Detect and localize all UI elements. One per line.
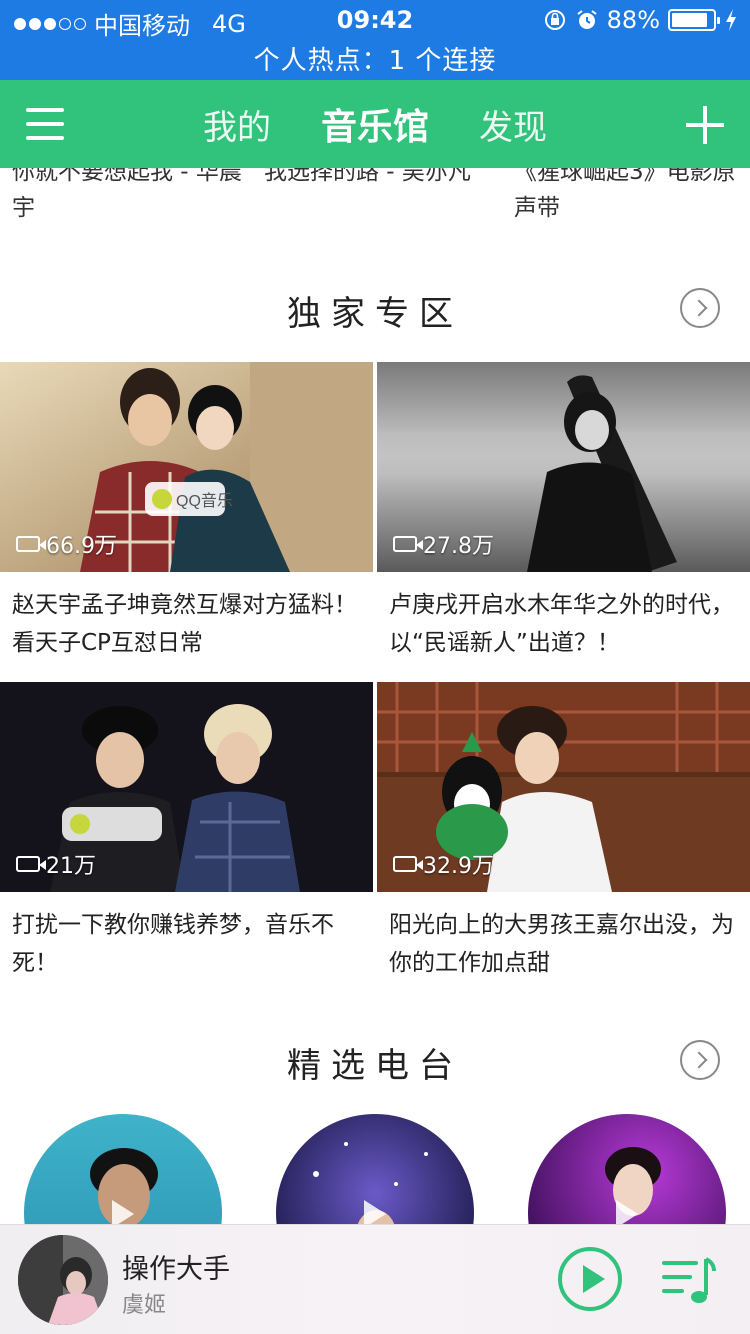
playlist-caption[interactable]: 你就不要想起我 - 华晨宇 xyxy=(12,168,242,226)
hotspot-banner[interactable]: 个人热点：1 个连接 xyxy=(0,40,750,77)
video-title[interactable]: 赵天宇孟子坤竟然互爆对方猛料！看天子CP互怼日常 xyxy=(12,586,362,662)
video-title[interactable]: 打扰一下教你赚钱养梦，音乐不死！ xyxy=(12,906,362,982)
video-title[interactable]: 卢庚戌开启水木年华之外的时代，以“民谣新人”出道？！ xyxy=(389,586,739,662)
main-content[interactable]: 你就不要想起我 - 华晨宇 我选择的路 - 吴亦凡 《猩球崛起3》电影原声带 独… xyxy=(0,168,750,1224)
view-count: 21万 xyxy=(16,848,96,880)
play-button[interactable] xyxy=(558,1247,622,1311)
tab-discover[interactable]: 发现 xyxy=(479,100,547,149)
video-camera-icon xyxy=(393,856,423,872)
video-thumbnail[interactable]: QQ音乐 66.9万 xyxy=(0,362,373,572)
album-cover[interactable] xyxy=(18,1235,108,1325)
top-nav-bar: 我的 音乐馆 发现 xyxy=(0,80,750,168)
now-playing-title[interactable]: 操作大手 xyxy=(122,1247,230,1286)
playlist-icon[interactable] xyxy=(660,1255,716,1307)
status-bar: 中国移动 4G 09:42 88% 个人热点：1 个连接 xyxy=(0,0,750,80)
battery-icon xyxy=(668,9,720,31)
video-title[interactable]: 阳光向上的大男孩王嘉尔出没，为你的工作加点甜 xyxy=(389,906,739,982)
play-icon xyxy=(112,1200,134,1224)
alarm-icon xyxy=(577,10,597,29)
battery-percent: 88% xyxy=(606,6,660,34)
charging-bolt-icon xyxy=(726,9,736,31)
tab-music-hall[interactable]: 音乐馆 xyxy=(321,98,429,150)
play-icon xyxy=(364,1200,386,1224)
video-camera-icon xyxy=(393,536,423,552)
video-thumbnail[interactable]: 21万 xyxy=(0,682,373,892)
radio-station[interactable] xyxy=(528,1114,726,1224)
video-thumbnail[interactable]: 27.8万 xyxy=(377,362,750,572)
video-thumbnail[interactable]: 32.9万 xyxy=(377,682,750,892)
svg-text:QQ音乐: QQ音乐 xyxy=(176,492,233,510)
mini-player[interactable]: 操作大手 虞姬 xyxy=(0,1224,750,1334)
view-count: 66.9万 xyxy=(16,528,117,560)
video-camera-icon xyxy=(16,856,46,872)
view-count: 32.9万 xyxy=(393,848,494,880)
section-title-exclusive: 独家专区 xyxy=(287,294,463,334)
nav-tabs: 我的 音乐馆 发现 xyxy=(0,80,750,168)
section-title-radio: 精选电台 xyxy=(287,1046,463,1086)
playlist-caption[interactable]: 《猩球崛起3》电影原声带 xyxy=(514,168,744,226)
radio-station[interactable] xyxy=(276,1114,474,1224)
playlist-caption[interactable]: 我选择的路 - 吴亦凡 xyxy=(264,168,494,190)
video-camera-icon xyxy=(16,536,46,552)
add-icon[interactable] xyxy=(686,106,724,144)
view-count: 27.8万 xyxy=(393,528,494,560)
play-icon xyxy=(616,1200,638,1224)
now-playing-artist[interactable]: 虞姬 xyxy=(122,1287,166,1319)
exclusive-more-button[interactable] xyxy=(680,288,720,328)
tab-mine[interactable]: 我的 xyxy=(203,100,271,149)
radio-station[interactable] xyxy=(24,1114,222,1224)
rotation-lock-icon xyxy=(544,10,565,30)
status-right: 88% xyxy=(543,6,738,34)
radio-more-button[interactable] xyxy=(680,1040,720,1080)
